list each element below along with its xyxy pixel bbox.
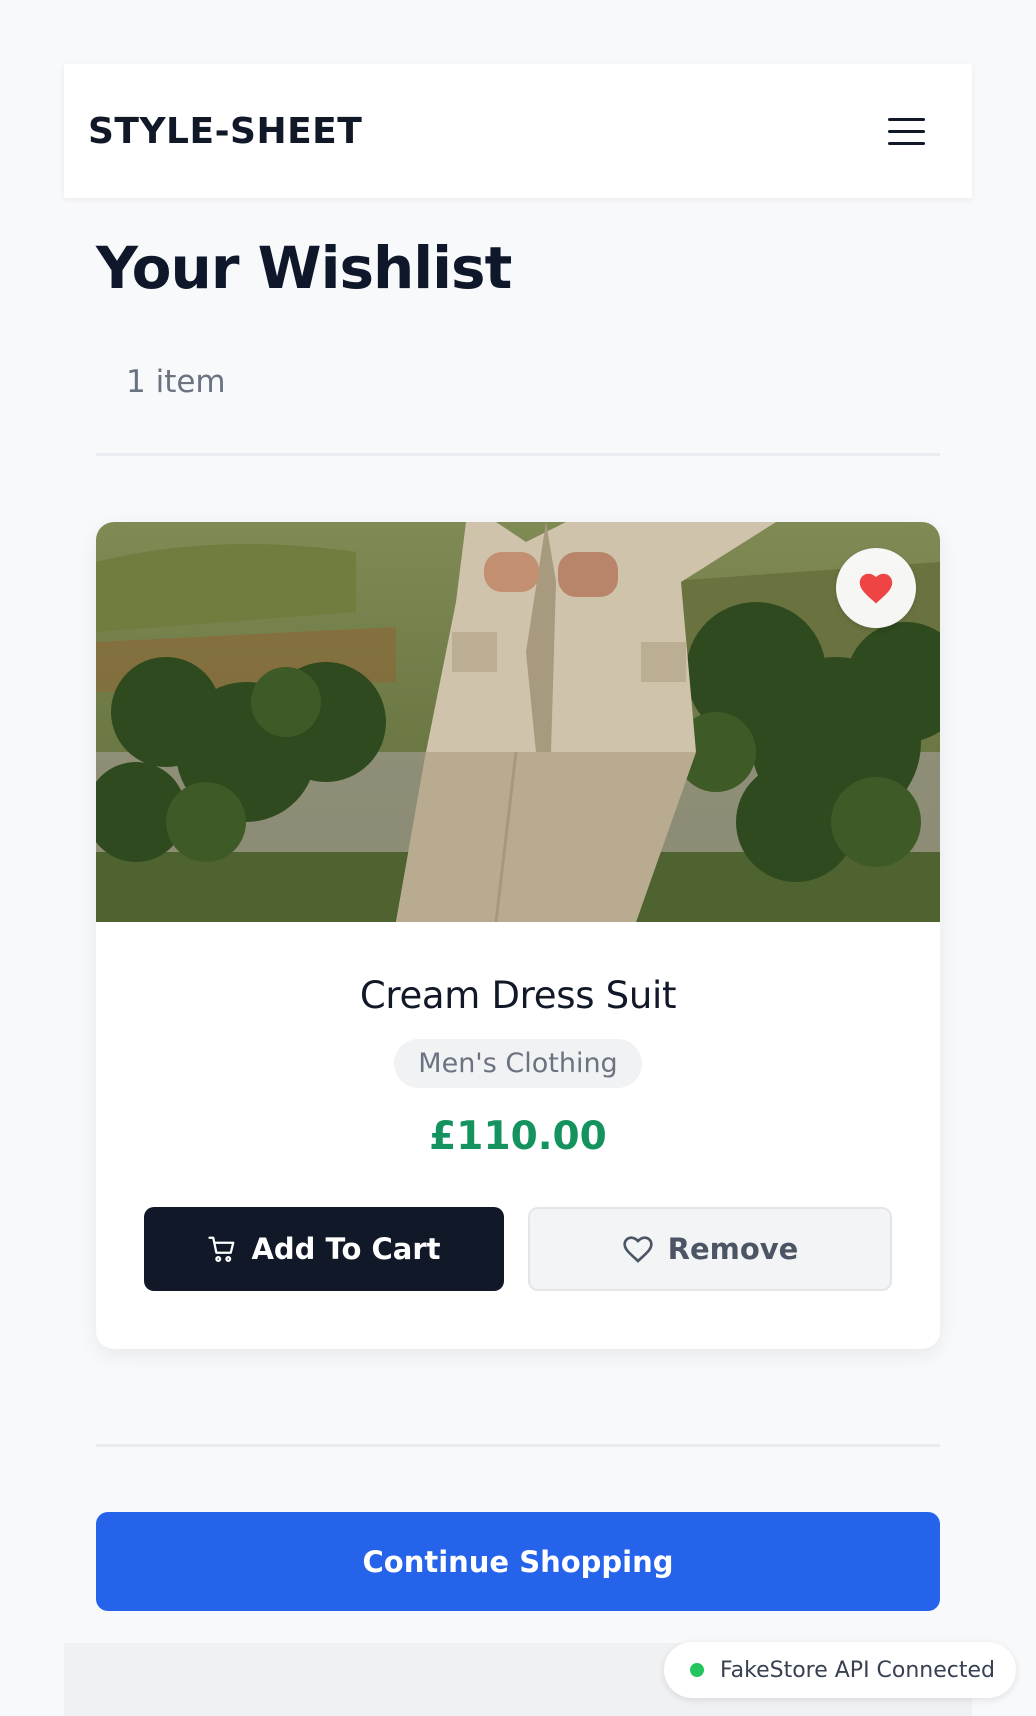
item-count: 1 item xyxy=(126,364,226,400)
site-header: STYLE-SHEET xyxy=(64,64,972,198)
cart-icon xyxy=(208,1236,235,1262)
hamburger-menu-icon[interactable] xyxy=(888,111,928,151)
menu-line xyxy=(888,129,925,133)
heart-outline-icon xyxy=(622,1236,653,1263)
remove-button[interactable]: Remove xyxy=(528,1207,892,1291)
divider-bottom xyxy=(96,1444,940,1447)
continue-shopping-button[interactable]: Continue Shopping xyxy=(96,1512,940,1611)
menu-line xyxy=(888,141,925,145)
heart-shape xyxy=(859,573,893,604)
menu-line xyxy=(888,117,925,121)
product-photo xyxy=(96,522,940,922)
page-title: Your Wishlist xyxy=(96,234,512,302)
product-price: £110.00 xyxy=(429,1114,607,1159)
item-actions: Add To Cart Remove xyxy=(96,1207,940,1291)
status-dot-icon xyxy=(690,1663,704,1677)
product-details: Cream Dress Suit Men's Clothing £110.00 … xyxy=(96,922,940,1291)
divider-top xyxy=(96,453,940,456)
wishlist-item-card: Cream Dress Suit Men's Clothing £110.00 … xyxy=(96,522,940,1349)
product-image[interactable] xyxy=(96,522,940,922)
add-to-cart-label: Add To Cart xyxy=(251,1232,441,1266)
remove-label: Remove xyxy=(667,1232,799,1266)
api-status-badge: FakeStore API Connected xyxy=(664,1642,1016,1698)
add-to-cart-button[interactable]: Add To Cart xyxy=(144,1207,504,1291)
heart-filled-icon[interactable] xyxy=(836,548,916,628)
category-badge: Men's Clothing xyxy=(394,1039,642,1088)
wishlist-page: STYLE-SHEET Your Wishlist 1 item Cream D… xyxy=(0,0,1036,1716)
product-name[interactable]: Cream Dress Suit xyxy=(360,974,677,1017)
brand-logo[interactable]: STYLE-SHEET xyxy=(88,111,362,152)
api-status-label: FakeStore API Connected xyxy=(720,1657,996,1683)
